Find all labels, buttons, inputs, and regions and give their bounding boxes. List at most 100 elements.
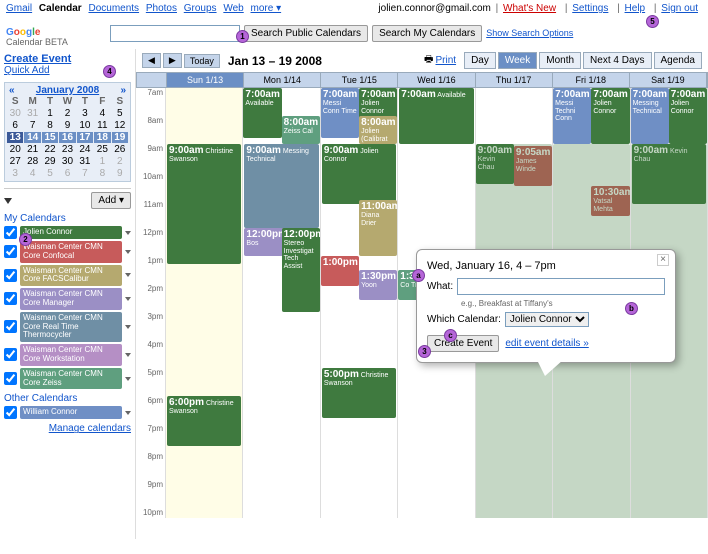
mini-day[interactable]: 31 (77, 156, 93, 167)
mini-prev-icon[interactable]: « (9, 85, 15, 96)
mini-day[interactable]: 2 (59, 108, 75, 119)
calendar-event[interactable]: 1:00pm (321, 256, 359, 286)
mini-day[interactable]: 17 (77, 132, 93, 143)
create-event-link[interactable]: Create Event (4, 53, 71, 65)
mini-day[interactable]: 30 (7, 108, 23, 119)
mini-day[interactable]: 4 (94, 108, 110, 119)
mini-day[interactable]: 31 (24, 108, 40, 119)
mini-day[interactable]: 18 (94, 132, 110, 143)
top-link-photos[interactable]: Photos (146, 3, 177, 14)
calendar-chip[interactable]: Waisman Center CMN Core Real Time Thermo… (20, 312, 122, 342)
mini-day[interactable]: 11 (94, 120, 110, 131)
calendar-event[interactable]: 9:00am Christine Swanson (167, 144, 241, 264)
calendar-event[interactable]: 11:00am Diana Drier (359, 200, 397, 256)
calendar-menu-icon[interactable] (125, 231, 131, 235)
calendar-checkbox[interactable] (4, 320, 17, 333)
mini-day[interactable]: 7 (77, 168, 93, 179)
calendar-checkbox[interactable] (4, 348, 17, 361)
view-week[interactable]: Week (498, 52, 537, 69)
manage-calendars-link[interactable]: Manage calendars (49, 423, 131, 434)
calendar-event[interactable]: 9:00am Messing Technical (244, 144, 318, 228)
search-public-button[interactable]: Search Public Calendars (244, 25, 368, 42)
mini-day[interactable]: 3 (7, 168, 23, 179)
mini-day[interactable]: 15 (42, 132, 58, 143)
mini-day[interactable]: 24 (77, 144, 93, 155)
calendar-chip[interactable]: William Connor (20, 406, 122, 419)
calendar-event[interactable]: 1:30pm Yoon (359, 270, 397, 300)
mini-day[interactable]: 29 (42, 156, 58, 167)
mini-day[interactable]: 13 (7, 132, 23, 143)
calendar-chip[interactable]: Jolien Connor (20, 226, 122, 239)
calendar-checkbox[interactable] (4, 406, 17, 419)
calendar-event[interactable]: 7:00am Available (399, 88, 473, 144)
top-link-web[interactable]: Web (223, 3, 243, 14)
mini-day[interactable]: 30 (59, 156, 75, 167)
top-link-groups[interactable]: Groups (184, 3, 217, 14)
mini-day[interactable]: 14 (24, 132, 40, 143)
calendar-event[interactable]: 7:00am Jolien Connor (591, 88, 629, 144)
mini-day[interactable]: 26 (112, 144, 128, 155)
mini-month-title[interactable]: January 2008 (36, 85, 99, 96)
calendar-chip[interactable]: Waisman Center CMN Core Confocal (20, 241, 122, 263)
print-link[interactable]: Print (436, 55, 457, 66)
calendar-checkbox[interactable] (4, 292, 17, 305)
next-week-button[interactable]: ▶ (163, 53, 182, 68)
mini-day[interactable]: 4 (24, 168, 40, 179)
day-column-sun[interactable]: 9:00am Christine Swanson6:00pm Christine… (166, 88, 243, 518)
today-button[interactable]: Today (184, 54, 220, 68)
calendar-event[interactable]: 5:00pm Christine Swanson (322, 368, 396, 418)
bubble-create-button[interactable]: Create Event (427, 335, 499, 352)
mini-day[interactable]: 8 (94, 168, 110, 179)
mini-day[interactable]: 8 (42, 120, 58, 131)
mini-day[interactable]: 27 (7, 156, 23, 167)
logo[interactable]: Google Calendar BETA (6, 19, 106, 47)
calendar-menu-icon[interactable] (125, 353, 131, 357)
day-header[interactable]: Tue 1/15 (321, 73, 398, 87)
mini-day[interactable]: 10 (77, 120, 93, 131)
mini-day[interactable]: 25 (94, 144, 110, 155)
mini-next-icon[interactable]: » (120, 85, 126, 96)
mini-day[interactable]: 5 (42, 168, 58, 179)
day-header[interactable]: Sun 1/13 (167, 73, 244, 87)
calendar-menu-icon[interactable] (125, 411, 131, 415)
prev-week-button[interactable]: ◀ (142, 53, 161, 68)
top-link-documents[interactable]: Documents (88, 3, 139, 14)
calendar-chip[interactable]: Waisman Center CMN Core Manager (20, 288, 122, 310)
calendar-chip[interactable]: Waisman Center CMN Core Zeiss (20, 368, 122, 390)
calendar-event[interactable]: 12:00pm Stereo Investigat Tech Assist (282, 228, 320, 312)
day-header[interactable]: Sat 1/19 (630, 73, 707, 87)
mini-day[interactable]: 12 (112, 120, 128, 131)
mini-day[interactable]: 19 (112, 132, 128, 143)
show-search-options-link[interactable]: Show Search Options (486, 28, 573, 38)
quick-add-link[interactable]: Quick Add (4, 65, 50, 76)
sign-out-link[interactable]: Sign out (661, 3, 698, 14)
calendar-menu-icon[interactable] (125, 250, 131, 254)
mini-day[interactable]: 28 (24, 156, 40, 167)
view-month[interactable]: Month (539, 52, 581, 69)
mini-day[interactable]: 3 (77, 108, 93, 119)
calendar-checkbox[interactable] (4, 372, 17, 385)
day-column-tue[interactable]: 7:00am Messi Conn Time7:00am Jolien Conn… (321, 88, 398, 518)
calendar-checkbox[interactable] (4, 269, 17, 282)
day-column-mon[interactable]: 7:00am Available8:00am Zeiss Cal9:00am M… (243, 88, 320, 518)
calendar-menu-icon[interactable] (125, 325, 131, 329)
settings-link[interactable]: Settings (572, 3, 608, 14)
mini-day[interactable]: 22 (42, 144, 58, 155)
view-day[interactable]: Day (464, 52, 496, 69)
mini-day[interactable]: 20 (7, 144, 23, 155)
mini-day[interactable]: 7 (24, 120, 40, 131)
mini-day[interactable]: 21 (24, 144, 40, 155)
mini-day[interactable]: 1 (42, 108, 58, 119)
calendar-chip[interactable]: Waisman Center CMN Core Workstation (20, 344, 122, 366)
collapse-icon[interactable] (4, 198, 12, 204)
mini-day[interactable]: 2 (112, 156, 128, 167)
view-next-4-days[interactable]: Next 4 Days (583, 52, 651, 69)
calendar-event[interactable]: 9:00am Jolien Connor (322, 144, 396, 204)
calendar-menu-icon[interactable] (125, 377, 131, 381)
day-header[interactable]: Fri 1/18 (553, 73, 630, 87)
mini-day[interactable]: 6 (7, 120, 23, 131)
calendar-menu-icon[interactable] (125, 273, 131, 277)
calendar-event[interactable]: 7:00am Messi Conn Time (321, 88, 359, 138)
calendar-chip[interactable]: Waisman Center CMN Core FACSCalibur (20, 265, 122, 287)
view-agenda[interactable]: Agenda (654, 52, 702, 69)
